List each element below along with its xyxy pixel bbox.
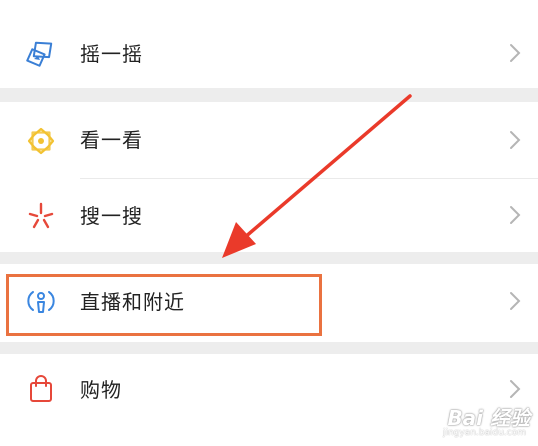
watermark-url: jingyan.baidu.com — [442, 428, 526, 438]
chevron-right-icon — [510, 131, 521, 149]
discover-page: 摇一摇 看一看 搜一搜 直播和附近 购物 Bai 经验 jingyan.baid… — [0, 0, 538, 446]
chevron-right-icon — [510, 292, 521, 310]
section-separator — [0, 88, 538, 102]
shopping-bag-icon — [30, 375, 52, 402]
chevron-right-icon — [510, 44, 521, 62]
menu-item-search[interactable]: 搜一搜 — [0, 179, 538, 252]
menu-item-label: 购物 — [80, 378, 122, 402]
menu-item-label: 搜一搜 — [80, 204, 143, 228]
menu-item-top-stories[interactable]: 看一看 — [0, 102, 538, 178]
menu-item-label: 摇一摇 — [80, 42, 143, 66]
top-stories-icon — [27, 127, 55, 155]
section-separator — [0, 342, 538, 354]
menu-item-label: 看一看 — [80, 128, 143, 152]
shake-icon — [26, 41, 53, 67]
baidu-watermark: Bai 经验 jingyan.baidu.com — [420, 402, 530, 442]
highlight-box — [6, 274, 322, 336]
watermark-brand: Bai 经验 — [447, 406, 530, 430]
menu-item-shake[interactable]: 摇一摇 — [0, 0, 538, 88]
search-sparkle-icon — [28, 202, 54, 229]
chevron-right-icon — [510, 380, 521, 398]
chevron-right-icon — [510, 206, 521, 224]
section-separator — [0, 252, 538, 264]
